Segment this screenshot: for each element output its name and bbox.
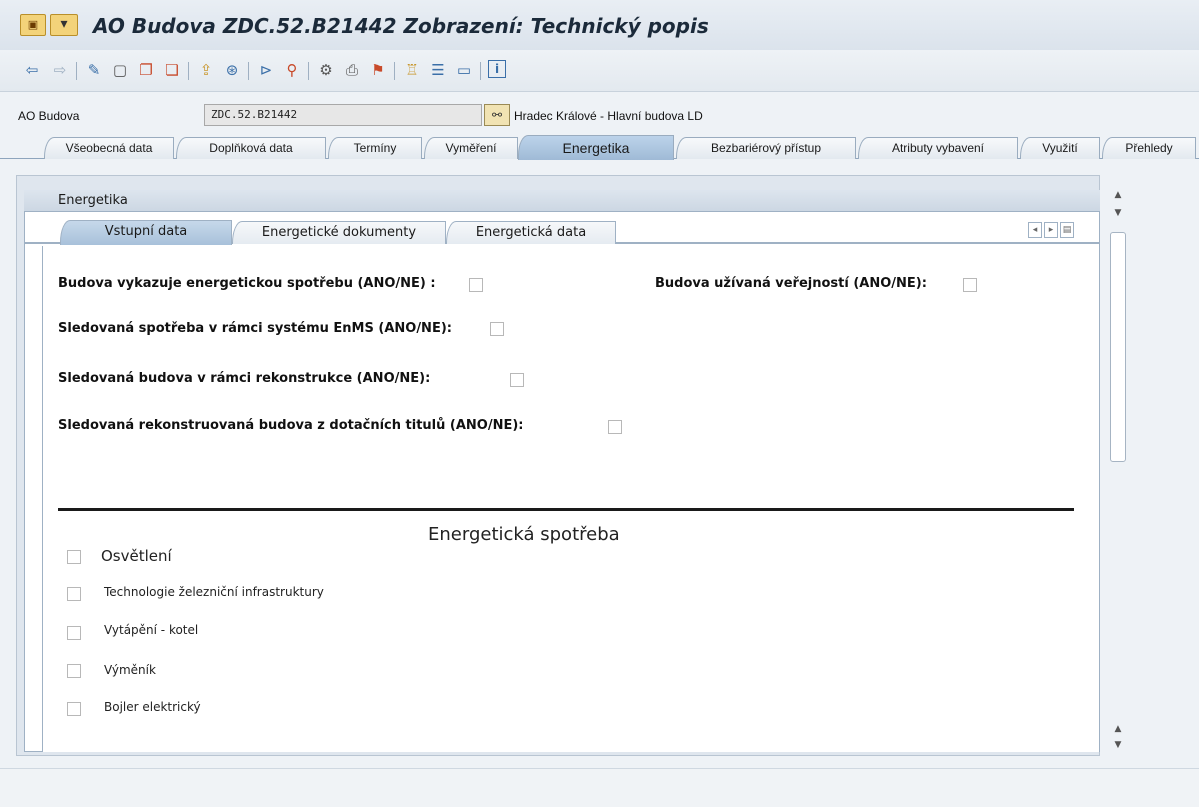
tab-bezbarierovy-pristup[interactable]: Bezbariérový přístup <box>676 137 856 159</box>
subtab-energeticke-dokumenty[interactable]: Energetické dokumenty <box>232 221 446 244</box>
label-technologie: Technologie železniční infrastruktury <box>104 585 324 599</box>
tab-doplnkova-data[interactable]: Doplňková data <box>176 137 326 159</box>
scroll-down-icon[interactable]: ▼ <box>1110 206 1126 220</box>
create-icon[interactable]: ▢ <box>110 60 130 80</box>
sap-app-icon[interactable]: ▣ <box>20 14 46 36</box>
toolbar-separator <box>308 62 309 80</box>
label-vymenik: Výměník <box>104 663 156 677</box>
checkbox-uzivana-verejnosti[interactable] <box>963 278 977 292</box>
window-menu-icon[interactable]: ▾ <box>50 14 78 36</box>
execute-icon[interactable]: ⊳ <box>256 60 276 80</box>
scrollbar-thumb[interactable] <box>1110 232 1126 462</box>
tab-terminy[interactable]: Termíny <box>328 137 422 159</box>
list-icon[interactable]: ☰ <box>428 60 448 80</box>
hierarchy-icon[interactable]: ♖ <box>402 60 422 80</box>
object-link-icon[interactable]: ⚯ <box>484 104 510 126</box>
status-bar <box>0 768 1199 807</box>
scroll-tabs-right-icon[interactable]: ▸ <box>1044 222 1058 238</box>
download-icon[interactable]: ⊛ <box>222 60 242 80</box>
scroll-down-bottom-icon[interactable]: ▼ <box>1110 738 1126 752</box>
scroll-up-icon[interactable]: ▲ <box>1110 188 1126 202</box>
subtab-vstupni-data[interactable]: Vstupní data <box>60 220 232 245</box>
checkbox-vymenik[interactable] <box>67 664 81 678</box>
filter-icon[interactable]: ⚑ <box>368 60 388 80</box>
toolbar-separator <box>76 62 77 80</box>
checkbox-dotacni-tituly[interactable] <box>608 420 622 434</box>
forward-icon[interactable]: ⇨ <box>50 60 70 80</box>
object-id-field[interactable]: ZDC.52.B21442 <box>204 104 482 126</box>
checkbox-enms[interactable] <box>490 322 504 336</box>
sub-tabstrip: Vstupní data Energetické dokumenty Energ… <box>24 218 1100 245</box>
toolbar-separator <box>248 62 249 80</box>
checkbox-bojler[interactable] <box>67 702 81 716</box>
section-divider <box>58 508 1074 511</box>
tab-atributy-vybaveni[interactable]: Atributy vybavení <box>858 137 1018 159</box>
checkbox-technologie[interactable] <box>67 587 81 601</box>
settings-icon[interactable]: ⚙ <box>316 60 336 80</box>
application-toolbar: ⇦ ⇨ ✎ ▢ ❐ ❏ ⇪ ⊛ ⊳ ⚲ ⚙ ⎙ ⚑ ♖ ☰ ▭ i <box>0 50 1199 92</box>
toolbar-separator <box>394 62 395 80</box>
tab-vyuziti[interactable]: Využití <box>1020 137 1100 159</box>
question-dotacni-tituly: Sledovaná rekonstruovaná budova z dotačn… <box>58 418 524 433</box>
print-icon[interactable]: ⎙ <box>342 60 362 80</box>
info-icon[interactable]: i <box>488 60 506 78</box>
toolbar-separator <box>188 62 189 80</box>
title-bar: ▣ ▾ AO Budova ZDC.52.B21442 Zobrazení: T… <box>0 0 1199 50</box>
tab-prehledy[interactable]: Přehledy <box>1102 137 1196 159</box>
label-bojler: Bojler elektrický <box>104 700 201 714</box>
scroll-up-bottom-icon[interactable]: ▲ <box>1110 722 1126 736</box>
tab-energetika[interactable]: Energetika <box>518 135 674 160</box>
object-label: AO Budova <box>18 109 80 123</box>
question-enms: Sledovaná spotřeba v rámci systému EnMS … <box>58 321 452 336</box>
window-title: AO Budova ZDC.52.B21442 Zobrazení: Techn… <box>93 14 709 38</box>
question-rekonstrukce: Sledovaná budova v rámci rekonstrukce (A… <box>58 371 431 386</box>
toolbar-separator <box>480 62 481 80</box>
paste-icon[interactable]: ❏ <box>162 60 182 80</box>
back-icon[interactable]: ⇦ <box>22 60 42 80</box>
main-tabstrip: Všeobecná data Doplňková data Termíny Vy… <box>0 135 1199 160</box>
subtab-energeticka-data[interactable]: Energetická data <box>446 221 616 244</box>
tab-vseobecna-data[interactable]: Všeobecná data <box>44 137 174 159</box>
checkbox-rekonstrukce[interactable] <box>510 373 524 387</box>
where-used-icon[interactable]: ⚲ <box>282 60 302 80</box>
upload-icon[interactable]: ⇪ <box>196 60 216 80</box>
layout-icon[interactable]: ▭ <box>454 60 474 80</box>
tab-vymereni[interactable]: Vyměření <box>424 137 518 159</box>
group-title: Energetika <box>24 190 1100 212</box>
change-icon[interactable]: ✎ <box>84 60 104 80</box>
copy-icon[interactable]: ❐ <box>136 60 156 80</box>
question-uzivana-verejnosti: Budova užívaná veřejností (ANO/NE): <box>655 276 927 291</box>
object-description: Hradec Králové - Hlavní budova LD <box>514 109 703 123</box>
scroll-tabs-left-icon[interactable]: ◂ <box>1028 222 1042 238</box>
label-osvetleni: Osvětlení <box>101 547 172 565</box>
tab-list-icon[interactable]: ▤ <box>1060 222 1074 238</box>
checkbox-osvetleni[interactable] <box>67 550 81 564</box>
label-vytapeni-kotel: Vytápění - kotel <box>104 623 199 637</box>
checkbox-vytapeni-kotel[interactable] <box>67 626 81 640</box>
question-energeticka-spotreba: Budova vykazuje energetickou spotřebu (A… <box>58 276 436 291</box>
section-title-energeticka-spotreba: Energetická spotřeba <box>428 524 620 545</box>
checkbox-energeticka-spotreba[interactable] <box>469 278 483 292</box>
